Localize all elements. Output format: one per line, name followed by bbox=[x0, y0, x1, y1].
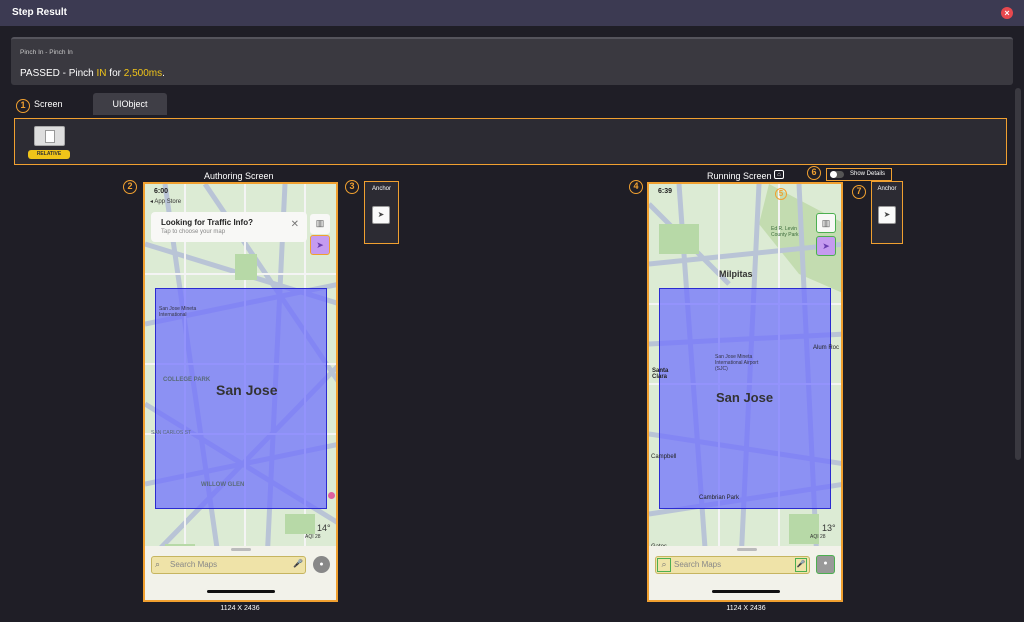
status-time: 6:39 bbox=[658, 188, 673, 195]
home-indicator bbox=[712, 590, 780, 593]
result-summary: Pinch In - Pinch In PASSED - Pinch IN fo… bbox=[11, 37, 1013, 85]
anchor-location-icon[interactable]: ➤ bbox=[372, 206, 390, 224]
sheet-handle[interactable] bbox=[231, 548, 251, 551]
result-mid: for bbox=[106, 68, 124, 79]
city-label: San Jose bbox=[716, 390, 774, 405]
marker-5: 5 bbox=[775, 188, 787, 200]
marker-7: 7 bbox=[852, 185, 866, 199]
airport-label: San Jose Mineta International bbox=[159, 306, 197, 318]
marker-6: 6 bbox=[807, 166, 821, 180]
anchor-location-icon[interactable]: ➤ bbox=[878, 206, 896, 224]
map-mode-icon[interactable]: ▥ bbox=[816, 213, 836, 233]
place-label: Cambrian Park bbox=[699, 495, 740, 501]
traffic-card-title: Looking for Traffic Info? bbox=[161, 218, 253, 227]
status-time: 6:00 bbox=[154, 188, 169, 195]
result-prefix: PASSED - Pinch bbox=[20, 68, 97, 79]
map-mode-icon[interactable]: ▥ bbox=[310, 214, 330, 234]
search-input[interactable]: Search Maps bbox=[151, 556, 306, 574]
weather-aqi: AQI 28 bbox=[810, 534, 826, 540]
result-suffix: . bbox=[162, 68, 165, 79]
anchor-title: Anchor bbox=[371, 186, 391, 192]
close-icon[interactable]: × bbox=[1001, 7, 1013, 19]
bottom-sheet: Search Maps ⌕ 🎤 ● bbox=[649, 546, 841, 600]
pinch-selection-area bbox=[155, 288, 327, 509]
place-label: Santa Clara bbox=[652, 368, 669, 380]
search-input[interactable]: Search Maps bbox=[655, 556, 810, 574]
avatar[interactable]: ● bbox=[816, 555, 835, 574]
place-label: Milpitas bbox=[719, 269, 753, 279]
document-icon bbox=[45, 130, 55, 143]
object-toolbar: RELATIVE bbox=[14, 118, 1007, 165]
place-label: WILLOW GLEN bbox=[201, 482, 245, 488]
authoring-screen-label: Authoring Screen bbox=[204, 171, 274, 181]
city-label: San Jose bbox=[216, 382, 278, 398]
search-icon: ⌕ bbox=[155, 559, 161, 569]
airport-label: San Jose Mineta International Airport (S… bbox=[715, 354, 759, 372]
tab-screen[interactable]: Screen bbox=[34, 99, 63, 109]
traffic-card-subtitle: Tap to choose your map bbox=[161, 229, 226, 235]
traffic-card[interactable]: Looking for Traffic Info? Tap to choose … bbox=[151, 212, 307, 242]
marker-1: 1 bbox=[16, 99, 30, 113]
scrollbar[interactable] bbox=[1015, 88, 1021, 460]
result-direction: IN bbox=[96, 68, 107, 79]
place-label: Campbell bbox=[651, 454, 677, 460]
bottom-sheet: Search Maps ⌕ 🎤 ● bbox=[145, 546, 336, 600]
place-label: COLLEGE PARK bbox=[163, 377, 211, 383]
tab-uiobject[interactable]: UIObject bbox=[93, 93, 167, 115]
result-duration: 2,500ms bbox=[123, 68, 163, 79]
authoring-screen[interactable]: 6:00 ◂ App Store Looking for Traffic Inf… bbox=[143, 182, 338, 602]
weather-aqi: AQI 28 bbox=[305, 534, 321, 540]
weather-temp: 13° bbox=[822, 523, 836, 533]
close-icon[interactable]: ✕ bbox=[291, 219, 299, 230]
result-text: PASSED - Pinch IN for 2,500ms. bbox=[20, 68, 165, 79]
relative-badge: RELATIVE bbox=[28, 150, 70, 159]
running-anchor-panel: Anchor ➤ bbox=[871, 181, 903, 244]
touch-point-marker bbox=[328, 492, 335, 499]
title-bar: Step Result × bbox=[0, 0, 1024, 26]
back-to-app-store[interactable]: ◂ App Store bbox=[150, 198, 181, 205]
window-title: Step Result bbox=[12, 7, 68, 18]
home-indicator bbox=[207, 590, 275, 593]
toggle-switch[interactable] bbox=[830, 171, 844, 178]
show-details-toggle[interactable]: Show Details bbox=[826, 168, 892, 181]
show-details-label: Show Details bbox=[850, 171, 886, 177]
step-subtitle: Pinch In - Pinch In bbox=[20, 49, 73, 56]
microphone-icon[interactable]: 🎤 bbox=[795, 558, 807, 572]
authoring-anchor-panel: Anchor ➤ bbox=[364, 181, 399, 244]
sheet-handle[interactable] bbox=[737, 548, 757, 551]
anchor-title: Anchor bbox=[877, 186, 897, 192]
place-label: Alum Roc bbox=[813, 345, 840, 351]
marker-2: 2 bbox=[123, 180, 137, 194]
marker-4: 4 bbox=[629, 180, 643, 194]
avatar[interactable]: ● bbox=[313, 556, 330, 573]
location-arrow-icon[interactable]: ➤ bbox=[816, 236, 836, 256]
microphone-icon[interactable]: 🎤 bbox=[293, 559, 303, 568]
marker-3: 3 bbox=[345, 180, 359, 194]
relative-thumbnail[interactable] bbox=[34, 126, 65, 146]
place-label: SAN CARLOS ST bbox=[151, 430, 192, 436]
weather-temp: 14° bbox=[317, 523, 331, 533]
running-dimensions: 1124 X 2436 bbox=[726, 605, 766, 612]
running-screen[interactable]: 6:39 5 ▥ ➤ Ed R. Levin County Park Milpi… bbox=[647, 182, 843, 602]
park-label: Ed R. Levin County Park bbox=[771, 226, 799, 238]
screen-info-icon[interactable]: ⌂ bbox=[774, 170, 784, 179]
search-icon: ⌕ bbox=[657, 558, 671, 572]
authoring-dimensions: 1124 X 2436 bbox=[220, 605, 260, 612]
location-arrow-icon[interactable]: ➤ bbox=[310, 235, 330, 255]
running-screen-label: Running Screen bbox=[707, 171, 772, 181]
